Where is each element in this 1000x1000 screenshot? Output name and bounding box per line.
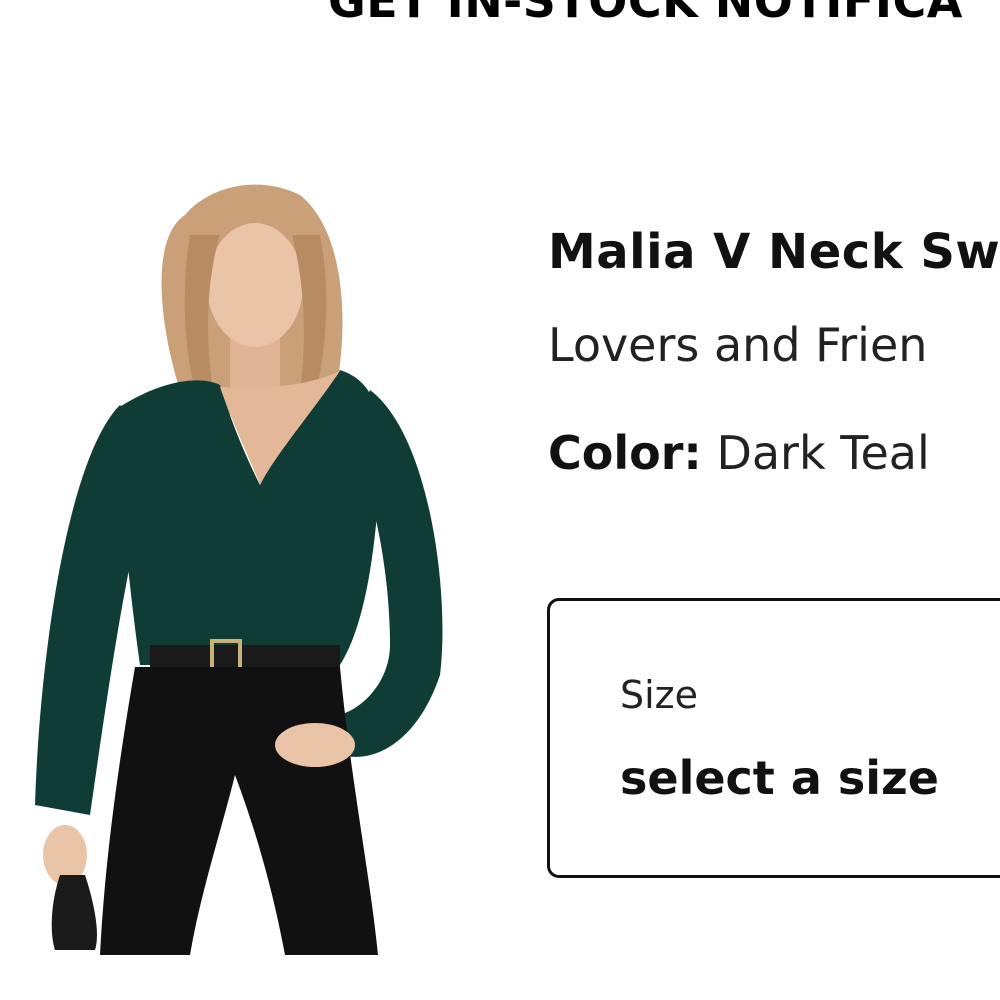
product-name: Malia V Neck Sw [548, 224, 1000, 280]
color-row: Color: Dark Teal [548, 426, 930, 480]
face-shape [207, 223, 303, 347]
color-label: Color: [548, 426, 702, 480]
handbag-shape [51, 875, 97, 950]
in-stock-notification-heading: GET IN-STOCK NOTIFICA [328, 0, 963, 28]
size-select[interactable]: Size select a size [547, 598, 1000, 878]
belt-shape [150, 645, 340, 667]
model-photo [35, 184, 443, 955]
size-value: select a size [620, 751, 939, 805]
right-hand-shape [275, 723, 355, 767]
size-label: Size [620, 673, 699, 717]
product-page: GET IN-STOCK NOTIFICA Malia V Neck Sw Lo… [0, 0, 1000, 1000]
product-image [20, 175, 460, 955]
brand-link[interactable]: Lovers and Frien [548, 318, 927, 372]
color-value: Dark Teal [716, 426, 930, 480]
pants-shape [100, 667, 378, 955]
